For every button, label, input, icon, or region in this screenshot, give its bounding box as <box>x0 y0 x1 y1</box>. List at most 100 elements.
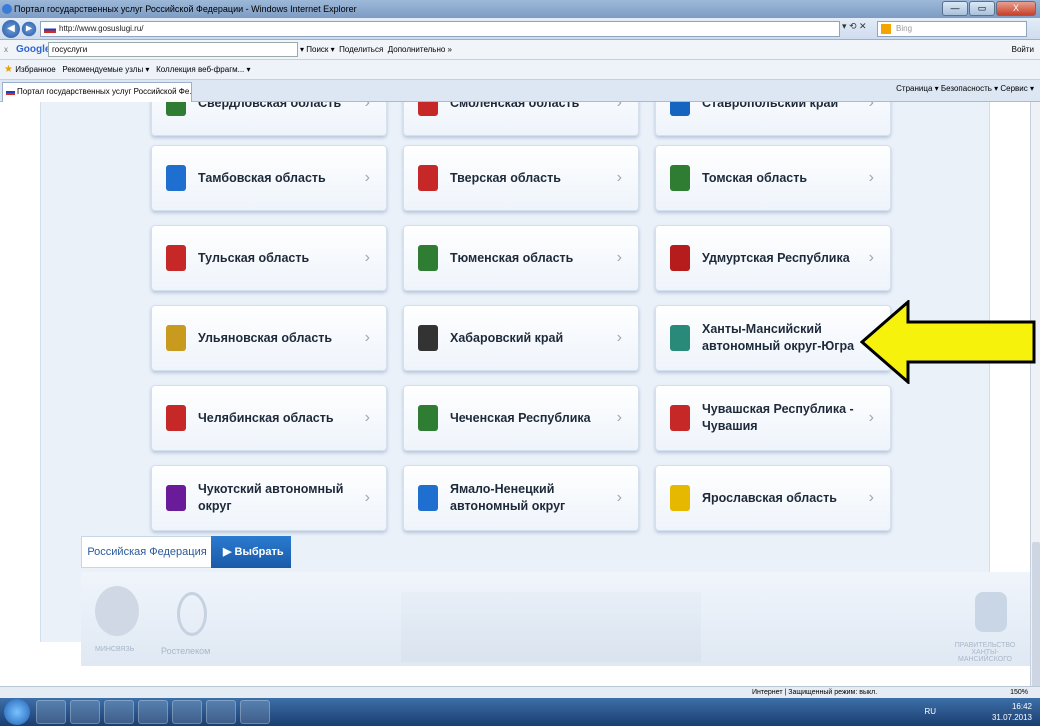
region-card[interactable]: Удмуртская Республика › <box>655 225 891 291</box>
region-label: Ульяновская область <box>198 330 333 345</box>
region-card[interactable]: Чувашская Республика - Чувашия › <box>655 385 891 451</box>
region-label: Свердловская область <box>198 102 342 110</box>
site-flag-icon <box>44 26 56 33</box>
chevron-right-icon: › <box>364 329 370 346</box>
selection-bar: Российская Федерация ▶ Выбрать <box>81 536 1030 574</box>
coat-of-arms-icon <box>670 485 690 511</box>
chevron-right-icon: › <box>616 102 622 111</box>
taskbar: RU 16:42 31.07.2013 <box>0 698 1040 726</box>
region-card[interactable]: Томская область › <box>655 145 891 211</box>
window-titlebar: Портал государственных услуг Российской … <box>0 0 1040 18</box>
federation-button[interactable]: Российская Федерация <box>81 536 213 568</box>
window-title: Портал государственных услуг Российской … <box>14 4 357 14</box>
system-tray: RU 16:42 31.07.2013 <box>924 701 1032 723</box>
command-bar[interactable]: Страница ▾ Безопасность ▾ Сервис ▾ <box>896 84 1034 93</box>
chevron-right-icon: › <box>616 329 622 346</box>
google-login[interactable]: Войти <box>1012 40 1034 60</box>
star-icon: ★ <box>4 64 13 75</box>
chevron-right-icon: › <box>616 489 622 506</box>
region-label: Ставропольский край <box>702 102 839 110</box>
region-card[interactable]: Ставропольский край › <box>655 102 891 136</box>
taskbar-chrome-icon[interactable] <box>138 700 168 724</box>
security-zone: Интернет | Защищенный режим: выкл. <box>752 689 878 696</box>
region-card[interactable]: Челябинская область › <box>151 385 387 451</box>
favorites-button[interactable]: Избранное <box>15 65 56 74</box>
region-label: Смоленская область <box>450 102 580 110</box>
khmao-caption: ПРАВИТЕЛЬСТВО ХАНТЫ-МАНСИЙСКОГО <box>954 642 1016 663</box>
back-icon[interactable]: ◀ <box>2 20 20 38</box>
coat-of-arms-icon <box>166 325 186 351</box>
region-label: Чеченская Республика <box>450 410 591 425</box>
language-indicator[interactable]: RU <box>924 706 936 717</box>
maximize-button[interactable]: ▭ <box>969 1 995 16</box>
choose-button[interactable]: ▶ Выбрать <box>211 536 291 568</box>
url-text: http://www.gosuslugi.ru/ <box>59 24 144 33</box>
russia-crest-icon <box>95 586 139 636</box>
page-footer: МИНСВЯЗЬ Ростелеком ПРАВИТЕЛЬСТВО ХАНТЫ-МА… <box>81 572 1030 666</box>
chevron-right-icon: › <box>616 409 622 426</box>
region-card[interactable]: Тверская область › <box>403 145 639 211</box>
taskbar-word-icon[interactable] <box>240 700 270 724</box>
taskbar-explorer-icon[interactable] <box>70 700 100 724</box>
taskbar-ie-icon[interactable] <box>36 700 66 724</box>
scrollbar-thumb[interactable] <box>1032 542 1040 692</box>
zoom-level[interactable]: 150% <box>1010 687 1028 698</box>
taskbar-outlook-icon[interactable] <box>172 700 202 724</box>
taskbar-excel-icon[interactable] <box>206 700 236 724</box>
region-card[interactable]: Тамбовская область › <box>151 145 387 211</box>
region-card[interactable]: Тюменская область › <box>403 225 639 291</box>
region-card[interactable]: Ульяновская область › <box>151 305 387 371</box>
chevron-right-icon: › <box>616 249 622 266</box>
more-button[interactable]: Дополнительно » <box>388 45 452 54</box>
google-search-button[interactable]: Поиск <box>306 45 328 54</box>
chevron-right-icon: › <box>364 169 370 186</box>
refresh-stop-controls[interactable]: ▾ ⟲ ✕ <box>842 21 867 32</box>
start-button[interactable] <box>4 699 30 725</box>
coat-of-arms-icon <box>418 245 438 271</box>
coat-of-arms-icon <box>670 405 690 431</box>
toolbar-close[interactable]: x <box>4 40 8 60</box>
share-button[interactable]: Поделиться <box>339 45 383 54</box>
region-card[interactable]: Чукотский автономный округ › <box>151 465 387 531</box>
region-label: Томская область <box>702 170 808 185</box>
region-card[interactable]: Хабаровский край › <box>403 305 639 371</box>
taskbar-media-icon[interactable] <box>104 700 134 724</box>
google-logo: Google <box>16 44 51 55</box>
google-toolbar-items[interactable]: ▾ Поиск ▾ Поделиться Дополнительно » <box>300 40 452 60</box>
tab-gosuslugi[interactable]: Портал государственных услуг Российской … <box>2 82 192 102</box>
region-card[interactable]: Свердловская область › <box>151 102 387 136</box>
fav-suggested-sites[interactable]: Рекомендуемые узлы ▾ <box>62 65 149 74</box>
coat-of-arms-icon <box>418 405 438 431</box>
close-button[interactable]: X <box>996 1 1036 16</box>
search-placeholder: Bing <box>896 24 913 33</box>
chevron-right-icon: › <box>364 489 370 506</box>
google-search-input[interactable]: госуслуги <box>48 42 298 57</box>
region-card[interactable]: Тульская область › <box>151 225 387 291</box>
coat-of-arms-icon <box>166 102 186 116</box>
rostelecom-logo[interactable] <box>177 592 207 636</box>
region-card[interactable]: Ярославская область › <box>655 465 891 531</box>
region-card[interactable]: Чеченская Республика › <box>403 385 639 451</box>
region-card[interactable]: Смоленская область › <box>403 102 639 136</box>
fav-web-slices[interactable]: Коллекция веб-фрагм... ▾ <box>156 65 250 74</box>
forward-icon[interactable]: ▶ <box>21 21 37 37</box>
region-card[interactable]: Ханты-Мансийский автономный округ-Югра› <box>655 305 891 371</box>
clock-date: 31.07.2013 <box>991 713 1032 722</box>
region-label: Ярославская область <box>702 490 837 505</box>
chevron-right-icon: › <box>868 249 874 266</box>
status-bar: Интернет | Защищенный режим: выкл. 150% <box>0 686 1040 698</box>
chevron-right-icon: › <box>868 102 874 111</box>
url-field[interactable]: http://www.gosuslugi.ru/ <box>40 21 840 37</box>
scrollbar[interactable] <box>1030 102 1040 692</box>
khmao-emblem-icon[interactable] <box>975 592 1007 632</box>
region-label: Чувашская Республика - Чувашия <box>702 402 854 433</box>
region-label: Хабаровский край <box>450 330 564 345</box>
rostelecom-caption: Ростелеком <box>161 646 211 656</box>
search-input[interactable]: Bing <box>877 21 1027 37</box>
chevron-right-icon: › <box>868 409 874 426</box>
chevron-right-icon: › <box>364 102 370 111</box>
minimize-button[interactable]: — <box>942 1 968 16</box>
favorites-bar: ★ Избранное Рекомендуемые узлы ▾ Коллекц… <box>0 60 1040 80</box>
region-label: Тверская область <box>450 170 561 185</box>
region-card[interactable]: Ямало-Ненецкий автономный округ › <box>403 465 639 531</box>
